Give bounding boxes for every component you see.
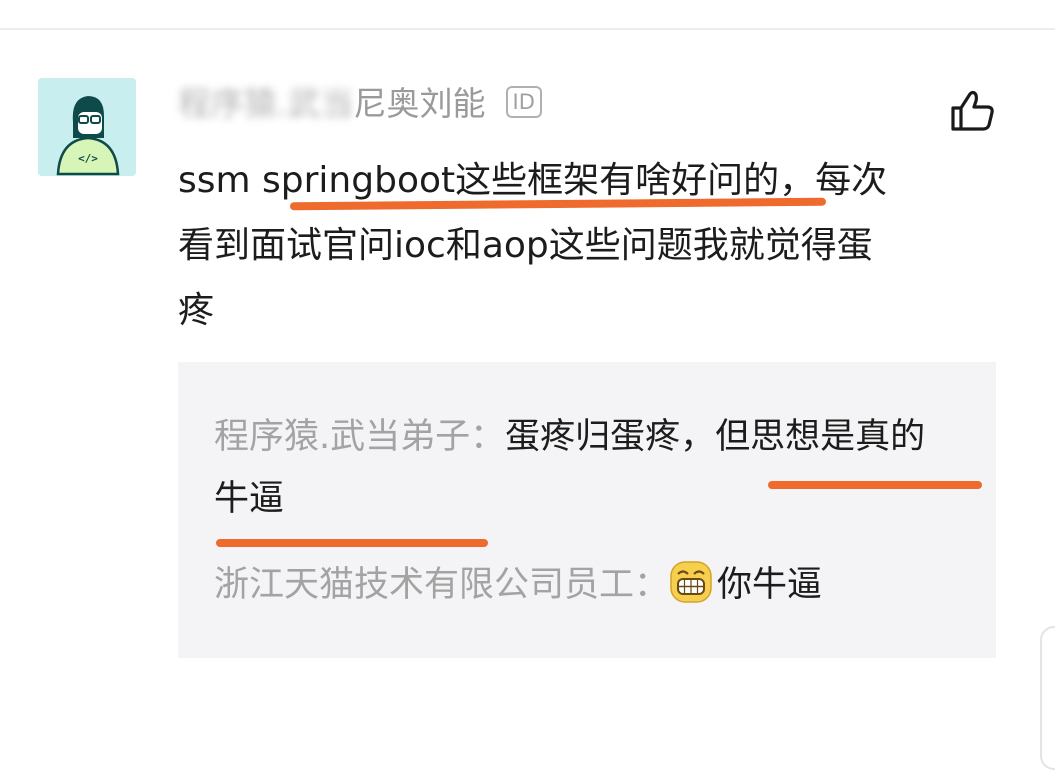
highlight-underline <box>768 481 982 489</box>
user-avatar[interactable]: </> <box>38 78 136 176</box>
username-visible: 尼奥刘能 <box>353 84 486 123</box>
comment-text: ssm springboot这些框架有啥好问的，每次看到面试官问ioc和aop这… <box>178 160 888 331</box>
reply-item[interactable]: 浙江天猫技术有限公司员工： 你牛逼 <box>214 554 954 616</box>
reply-author[interactable]: 程序猿.武当弟子： <box>214 417 505 457</box>
username[interactable]: 程序猿.武当尼奥刘能 ID <box>178 84 542 124</box>
reply-item[interactable]: 程序猿.武当弟子：蛋疼归蛋疼，但思想是真的牛逼 <box>214 406 954 530</box>
top-divider <box>0 28 1055 30</box>
highlight-underline <box>216 539 488 547</box>
programmer-avatar-icon: </> <box>38 78 136 176</box>
reply-text: 你牛逼 <box>717 565 823 605</box>
id-badge: ID <box>505 85 542 118</box>
thumbs-up-icon[interactable] <box>950 90 996 132</box>
reply-author[interactable]: 浙江天猫技术有限公司员工： <box>214 565 669 605</box>
floating-panel-edge <box>1040 626 1055 770</box>
username-blurred: 程序猿.武当 <box>178 84 354 123</box>
svg-text:</>: </> <box>78 152 98 165</box>
reply-box[interactable]: 程序猿.武当弟子：蛋疼归蛋疼，但思想是真的牛逼 浙江天猫技术有限公司员工： 你牛… <box>178 362 996 658</box>
grinning-face-emoji <box>670 561 712 603</box>
